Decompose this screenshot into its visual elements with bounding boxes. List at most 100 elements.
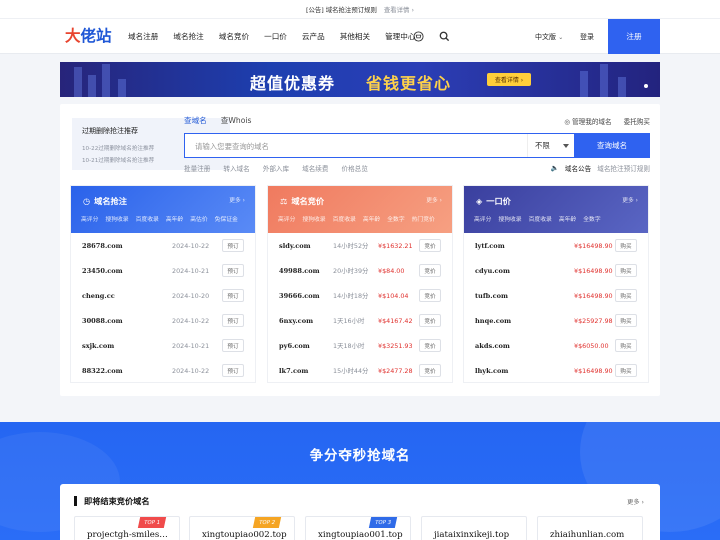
ending-domain-card[interactable]: xingtoupiao002.top TOP 2: [189, 516, 295, 540]
promo-banner[interactable]: 超值优惠券 省钱更省心 查看详情 ›: [60, 62, 660, 97]
card-filter-tab[interactable]: 免保证金: [215, 214, 238, 223]
domain-name[interactable]: 23450.com: [82, 267, 168, 275]
ending-more-link[interactable]: 更多 ›: [627, 497, 644, 506]
register-button[interactable]: 注册: [608, 19, 660, 54]
domain-name[interactable]: projectgh-smiles…: [87, 530, 168, 540]
domain-name[interactable]: 28678.com: [82, 242, 168, 250]
card-filter-tab[interactable]: 全数字: [387, 214, 404, 223]
price: ¥$2477.28: [378, 366, 413, 375]
card-filter-tab[interactable]: 百度收录: [136, 214, 159, 223]
card-filter-tab[interactable]: 高评分: [81, 214, 98, 223]
bid-button[interactable]: 竞价: [419, 339, 441, 352]
menu-item-other[interactable]: 其他相关: [340, 31, 370, 42]
quick-link[interactable]: 外部入库: [263, 163, 289, 173]
card-more-link[interactable]: 更多 ›: [229, 195, 245, 204]
domain-name[interactable]: tufb.com: [475, 292, 561, 300]
list-item: akds.com ¥$6050.00 购买: [475, 333, 637, 358]
quick-link[interactable]: 价格总览: [342, 163, 368, 173]
domain-name[interactable]: hnqe.com: [475, 317, 561, 325]
reserve-button[interactable]: 预订: [222, 364, 244, 377]
reserve-button[interactable]: 预订: [222, 314, 244, 327]
menu-item-fixed-price[interactable]: 一口价: [264, 31, 287, 42]
domain-name[interactable]: cheng.cc: [82, 292, 168, 300]
ending-domain-card[interactable]: xingtoupiao001.top TOP 3: [305, 516, 411, 540]
bid-button[interactable]: 竞价: [419, 364, 441, 377]
domain-name[interactable]: cdyu.com: [475, 267, 561, 275]
manage-domains-link[interactable]: ◎ 管理我的域名: [564, 116, 611, 126]
banner-building: [102, 64, 110, 97]
search-button[interactable]: 查询域名: [574, 133, 650, 158]
card-filter-tab[interactable]: 高年龄: [166, 214, 183, 223]
entrust-buy-link[interactable]: 委托购买: [624, 116, 650, 126]
card-filter-tab[interactable]: 百度收录: [529, 214, 552, 223]
reserve-button[interactable]: 预订: [222, 239, 244, 252]
tab-whois[interactable]: 查Whois: [221, 115, 252, 126]
menu-item-backorder[interactable]: 域名抢注: [173, 31, 203, 42]
buy-button[interactable]: 购买: [615, 314, 637, 327]
domain-name[interactable]: lytf.com: [475, 242, 561, 250]
announcement-text[interactable]: [公告] 域名抢注预订规则: [306, 5, 377, 14]
bid-button[interactable]: 竞价: [419, 314, 441, 327]
bid-button[interactable]: 竞价: [419, 289, 441, 302]
domain-name[interactable]: akds.com: [475, 342, 561, 350]
domain-name[interactable]: lhyk.com: [475, 367, 561, 375]
card-filter-tab[interactable]: 全数字: [583, 214, 600, 223]
card-filter-tab[interactable]: 高年龄: [363, 214, 380, 223]
card-filter-tab[interactable]: 百度收录: [333, 214, 356, 223]
buy-button[interactable]: 购买: [615, 289, 637, 302]
domain-name[interactable]: jiataixinxikeji.top: [434, 530, 509, 540]
buy-button[interactable]: 购买: [615, 339, 637, 352]
domain-name[interactable]: xingtoupiao001.top: [318, 530, 403, 540]
card-more-link[interactable]: 更多 ›: [622, 195, 638, 204]
card-filter-tab[interactable]: 搜狗收录: [105, 214, 128, 223]
domain-name[interactable]: zhiaihunlian.com: [550, 530, 624, 540]
buy-button[interactable]: 购买: [615, 239, 637, 252]
quick-link[interactable]: 域名续费: [302, 163, 328, 173]
reserve-button[interactable]: 预订: [222, 289, 244, 302]
menu-item-auction[interactable]: 域名竞价: [219, 31, 249, 42]
menu-item-register[interactable]: 域名注册: [128, 31, 158, 42]
reserve-button[interactable]: 预订: [222, 264, 244, 277]
ending-domain-card[interactable]: jiataixinxikeji.top: [421, 516, 527, 540]
clock-icon: ◷: [83, 196, 91, 206]
menu-item-console[interactable]: 管理中心: [385, 31, 415, 42]
card-more-link[interactable]: 更多 ›: [426, 195, 442, 204]
bid-button[interactable]: 竞价: [419, 264, 441, 277]
banner-building: [580, 71, 588, 97]
reserve-button[interactable]: 预订: [222, 339, 244, 352]
tab-domain-search[interactable]: 查域名: [184, 115, 207, 126]
suffix-select[interactable]: 不限: [527, 134, 575, 157]
card-filter-tab[interactable]: 热门竞价: [412, 214, 435, 223]
card-filter-tab[interactable]: 高估价: [190, 214, 207, 223]
buy-button[interactable]: 购买: [615, 364, 637, 377]
buy-button[interactable]: 购买: [615, 264, 637, 277]
search-icon[interactable]: [439, 31, 450, 42]
search-input[interactable]: 请输入您要查询的域名: [195, 141, 269, 152]
domain-name[interactable]: 30088.com: [82, 317, 168, 325]
carousel-dot[interactable]: [644, 84, 648, 88]
drop-date: 2024-10-22: [172, 366, 210, 375]
ending-domain-card[interactable]: zhiaihunlian.com: [537, 516, 643, 540]
language-switch[interactable]: 中文版 ⌄: [535, 32, 563, 42]
cart-icon[interactable]: [413, 31, 424, 42]
price: ¥$16498.90: [574, 366, 613, 375]
domain-name[interactable]: sxjk.com: [82, 342, 168, 350]
menu-item-cloud[interactable]: 云产品: [302, 31, 325, 42]
quick-link[interactable]: 转入域名: [223, 163, 249, 173]
card-filter-tab[interactable]: 高年龄: [559, 214, 576, 223]
bid-button[interactable]: 竞价: [419, 239, 441, 252]
card-filter-tab[interactable]: 搜狗收录: [498, 214, 521, 223]
login-link[interactable]: 登录: [580, 32, 594, 42]
domain-name[interactable]: xingtoupiao002.top: [202, 530, 287, 540]
domain-notice-link[interactable]: 域名抢注预订规则: [597, 163, 650, 173]
card-filter-tab[interactable]: 搜狗收录: [302, 214, 325, 223]
ending-domain-card[interactable]: projectgh-smiles… TOP 1: [74, 516, 180, 540]
banner-details-button[interactable]: 查看详情 ›: [487, 73, 531, 86]
price: ¥$3251.93: [378, 341, 413, 350]
domain-name[interactable]: 88322.com: [82, 367, 168, 375]
site-logo[interactable]: 大佬站: [65, 24, 112, 48]
quick-link[interactable]: 批量注册: [184, 163, 210, 173]
card-filter-tab[interactable]: 高评分: [278, 214, 295, 223]
announcement-more-link[interactable]: 查看详情 ›: [384, 5, 414, 14]
card-filter-tab[interactable]: 高评分: [474, 214, 491, 223]
